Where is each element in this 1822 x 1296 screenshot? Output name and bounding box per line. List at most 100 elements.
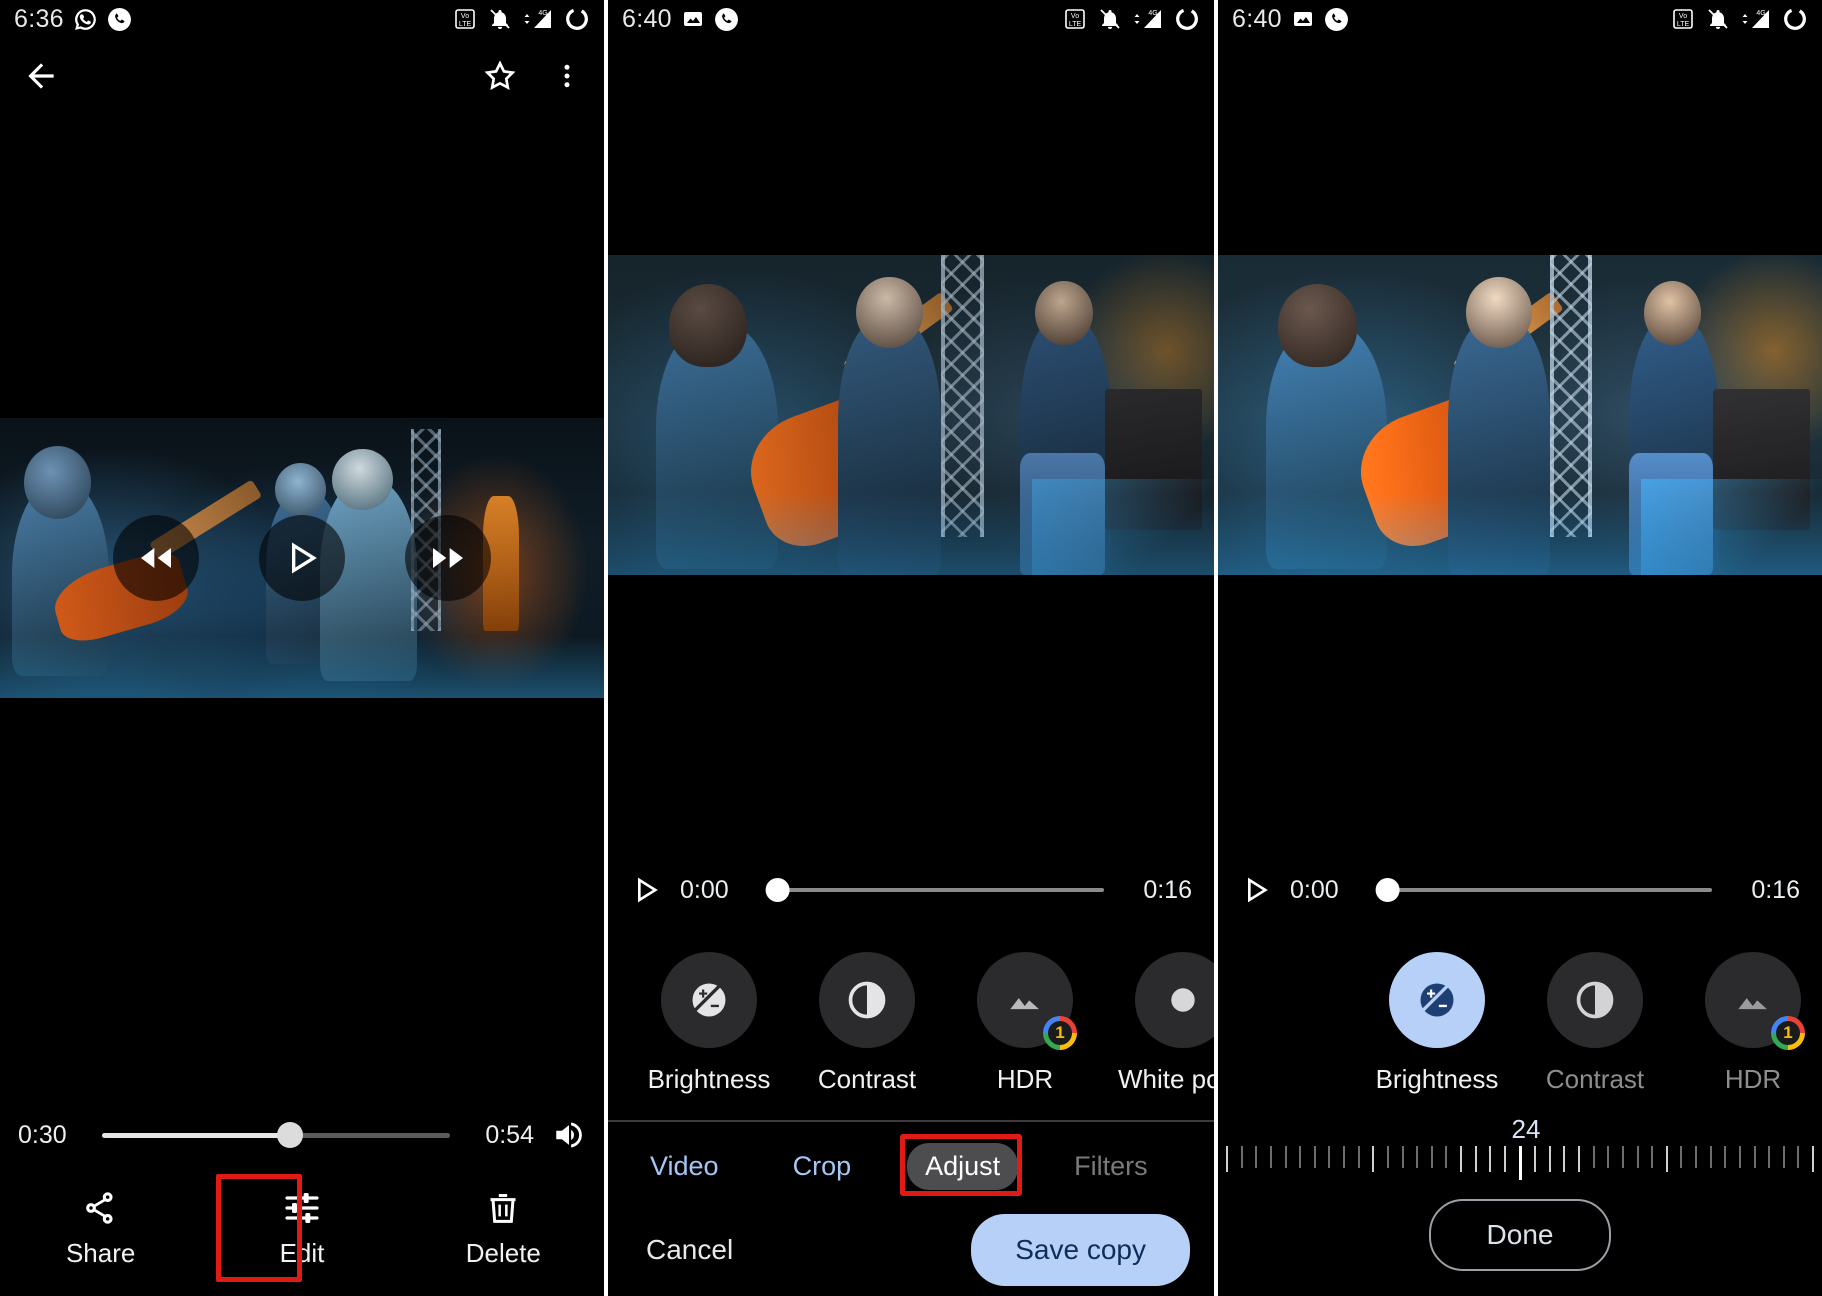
ruler-tick [1739,1146,1741,1168]
ruler-tick [1710,1146,1712,1168]
ruler-tick [1299,1146,1301,1168]
ruler-tick [1402,1146,1404,1168]
seek-knob[interactable] [1376,878,1400,902]
adjust-hdr-option[interactable]: 1 HDR [946,952,1104,1095]
video-frame-image [1218,255,1822,575]
ruler-tick [1783,1146,1785,1168]
video-transport-controls [0,515,604,601]
done-button[interactable]: Done [1429,1199,1612,1271]
ruler-tick [1754,1146,1756,1168]
status-bar-right: VoLTE 4G [453,6,590,32]
video-seek-slider[interactable] [102,1133,450,1138]
panel-editor-adjust: 6:40 VoLTE 4G [608,0,1214,1296]
ruler-tick [1504,1146,1506,1172]
ruler-tick [1343,1146,1345,1168]
adjustment-options-row[interactable]: Brightness Contrast 1 HDR White point [608,952,1214,1102]
brightness-value: 24 [1512,1114,1541,1145]
ruler-tick [1680,1146,1682,1168]
play-icon[interactable] [259,515,345,601]
play-icon[interactable] [1240,874,1272,906]
seek-knob[interactable] [277,1122,303,1148]
ruler-tick [1387,1146,1389,1168]
brightness-ruler-slider[interactable] [1218,1146,1822,1192]
status-bar-clock: 6:40 [1232,5,1282,34]
editor-tabs[interactable]: Video Crop Adjust Filters Marku [608,1128,1214,1204]
ruler-tick [1314,1146,1316,1168]
video-frame-image [608,255,1214,575]
status-bar-left: 6:40 [1232,5,1349,34]
ruler-ticks [1218,1146,1822,1192]
editor-seek-slider[interactable] [768,888,1104,892]
share-icon [81,1188,121,1228]
volte-icon: VoLTE [1671,7,1695,31]
total-time-label: 0:54 [468,1121,534,1150]
google-one-badge-icon: 1 [1771,1016,1805,1050]
current-time-label: 0:30 [18,1121,84,1150]
star-outline-icon[interactable] [482,58,518,94]
ruler-tick [1431,1146,1433,1168]
exposure-icon [661,952,757,1048]
battery-ring-icon [564,6,590,32]
svg-text:LTE: LTE [1677,21,1690,28]
adjust-hdr-label: HDR [1725,1064,1781,1095]
adjust-contrast-label: Contrast [1546,1064,1644,1095]
share-button[interactable]: Share [26,1180,176,1277]
whatsapp-icon [73,7,98,32]
ruler-tick [1226,1146,1228,1172]
more-vertical-icon[interactable] [552,61,582,91]
ruler-tick [1578,1146,1580,1172]
rewind-icon[interactable] [113,515,199,601]
phone-call-icon [107,7,132,32]
seek-fill [102,1133,290,1138]
ruler-tick [1372,1146,1374,1172]
adjust-contrast-option[interactable]: Contrast [1516,952,1674,1095]
tab-video[interactable]: Video [632,1143,737,1190]
share-label: Share [66,1238,135,1269]
appbar-actions [482,58,582,94]
tab-adjust[interactable]: Adjust [907,1143,1018,1190]
play-icon[interactable] [630,874,662,906]
ruler-tick [1445,1146,1447,1168]
adjustment-options-row[interactable]: Brightness Contrast 1 HDR [1218,952,1822,1102]
tab-divider [608,1120,1214,1122]
total-time-label: 0:16 [1730,876,1800,905]
video-seek-row: 0:30 0:54 [0,1112,604,1158]
cancel-button[interactable]: Cancel [632,1224,747,1276]
ruler-tick [1622,1146,1624,1168]
volume-up-icon[interactable] [552,1118,586,1152]
edit-button[interactable]: Edit [227,1180,377,1277]
editor-video-preview[interactable] [608,255,1214,575]
tab-crop[interactable]: Crop [775,1143,870,1190]
adjust-contrast-option[interactable]: Contrast [788,952,946,1095]
svg-text:LTE: LTE [1069,21,1082,28]
back-arrow-icon[interactable] [22,57,60,95]
tab-filters[interactable]: Filters [1056,1143,1166,1190]
delete-button[interactable]: Delete [428,1180,578,1277]
ruler-tick [1475,1146,1477,1172]
adjust-brightness-option[interactable]: Brightness [1358,952,1516,1095]
done-row: Done [1218,1192,1822,1278]
adjust-hdr-option[interactable]: 1 HDR [1674,952,1822,1095]
ruler-tick [1270,1146,1272,1168]
photo-image-icon [1291,7,1315,31]
contrast-icon [819,952,915,1048]
seek-knob[interactable] [766,878,790,902]
tune-sliders-icon [282,1188,322,1228]
brightness-value-row: 24 [1218,1112,1822,1146]
video-preview-frame[interactable] [0,418,604,698]
editor-seek-slider[interactable] [1378,888,1712,892]
ruler-tick [1637,1146,1639,1168]
editor-video-preview[interactable] [1218,255,1822,575]
svg-text:4G: 4G [1148,10,1157,17]
adjust-contrast-label: Contrast [818,1064,916,1095]
photo-image-icon [681,7,705,31]
status-bar-left: 6:36 [14,5,132,34]
adjust-brightness-option[interactable]: Brightness [630,952,788,1095]
fast-forward-icon[interactable] [405,515,491,601]
phone-call-icon [714,7,739,32]
adjust-white-point-option[interactable]: White point [1104,952,1214,1095]
tab-markup[interactable]: Marku [1204,1143,1214,1190]
svg-text:LTE: LTE [459,21,472,28]
save-copy-button[interactable]: Save copy [971,1214,1190,1286]
status-bar-clock: 6:40 [622,5,672,34]
